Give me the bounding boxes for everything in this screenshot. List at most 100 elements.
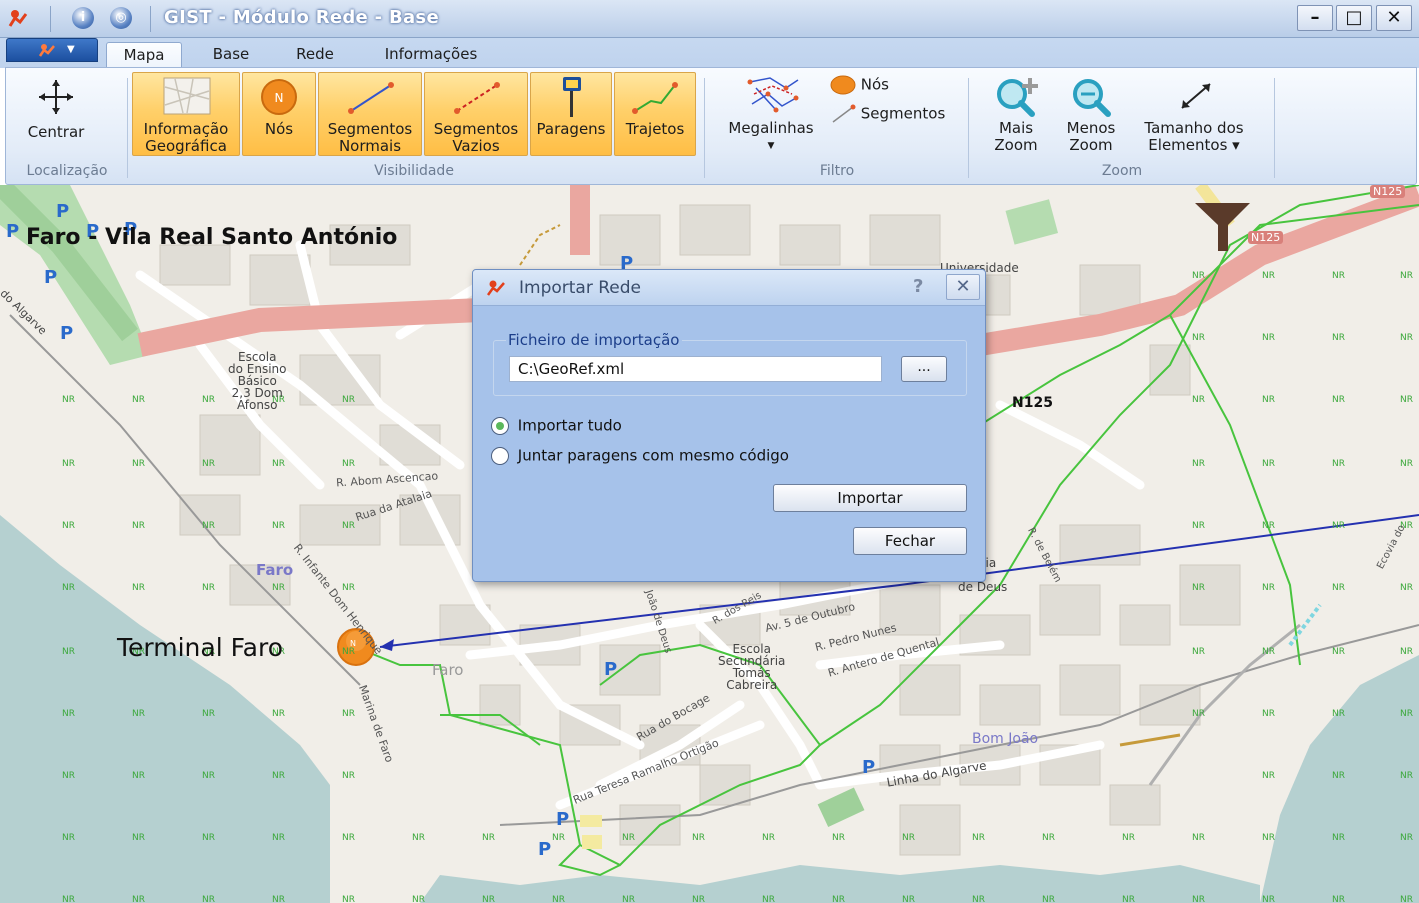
n125-badge-top: N125 [1370,185,1406,198]
nr-marker: NR [1192,395,1205,405]
informacao-geografica-button[interactable]: Informação Geográfica [132,72,240,156]
nr-marker: NR [1400,709,1413,719]
close-button[interactable]: ✕ [1376,5,1412,31]
node-small-icon [830,75,856,95]
dialog-title-bar: Importar Rede ? ✕ [473,270,985,306]
trajetos-button[interactable]: Trajetos [614,72,696,156]
nr-marker: NR [1042,895,1055,903]
maximize-button[interactable]: □ [1336,5,1372,31]
info-icon[interactable]: i [72,7,94,29]
nr-marker: NR [1262,271,1275,281]
option-import-all[interactable]: Importar tudo [491,416,622,435]
nr-marker: NR [1262,895,1275,903]
browse-button[interactable]: ... [901,356,947,382]
nr-marker: NR [1332,709,1345,719]
resize-diagonal-icon [1181,83,1211,109]
app-menu-icon [38,44,55,57]
ribbon-panel: Centrar Localização Informação Geográfic… [5,67,1417,185]
nr-marker: NR [1400,271,1413,281]
nos-button[interactable]: N Nós [242,72,316,156]
nr-marker: NR [762,833,775,843]
filter-nos-button[interactable]: Nós [830,74,889,96]
nr-marker: NR [1400,895,1413,903]
parking-area [582,835,602,849]
terminal-node-letter: N [350,639,356,648]
centrar-button[interactable]: Centrar [16,72,96,152]
importar-button[interactable]: Importar [773,484,967,512]
nr-marker: NR [1192,459,1205,469]
nr-marker: NR [1122,833,1135,843]
nr-marker: NR [1332,459,1345,469]
fechar-button[interactable]: Fechar [853,527,967,555]
escola-secundaria-label: Escola Secundária Tomás Cabreira [718,642,786,692]
faro-town-label: Faro [432,661,464,679]
nr-marker: NR [132,395,145,405]
segmentos-vazios-button[interactable]: Segmentos Vazios [424,72,528,156]
megalinhas-dropdown[interactable]: Megalinhas ▼ [718,72,824,156]
tamanho-elementos-dropdown[interactable]: Tamanho dos Elementos ▾ [1132,72,1256,156]
nr-marker: NR [272,709,285,719]
mais-zoom-line2: Zoom [994,136,1038,154]
nr-marker: NR [1332,521,1345,531]
nr-marker: NR [342,771,355,781]
minimize-button[interactable]: – [1297,5,1333,31]
filter-nos-label: Nós [860,75,889,94]
nr-marker: NR [342,395,355,405]
mais-zoom-button[interactable]: Mais Zoom [982,72,1050,156]
nr-marker: NR [1332,271,1345,281]
application-menu-button[interactable]: ▼ [6,38,98,62]
nr-marker: NR [622,895,635,903]
nr-marker: NR [482,833,495,843]
help-circle-icon[interactable]: ◎ [110,7,132,29]
faro-station-label: Faro [256,561,294,579]
nr-marker: NR [1262,395,1275,405]
nr-marker: NR [342,833,355,843]
paragens-button[interactable]: Paragens [530,72,612,156]
park-area [817,787,865,828]
radio-join-stops[interactable] [491,446,509,465]
radio-import-all[interactable] [491,416,509,435]
nr-marker: NR [132,521,145,531]
nr-marker: NR [1400,771,1413,781]
group-label-zoom: Zoom [1101,163,1143,179]
nr-marker: NR [1192,833,1205,843]
nr-marker: NR [972,895,985,903]
nr-marker: NR [972,833,985,843]
nr-marker: NR [272,459,285,469]
ribbon-divider [127,78,128,178]
nr-marker: NR [1122,895,1135,903]
nr-marker: NR [342,895,355,903]
bus-stop-icon [563,77,581,117]
tab-mapa[interactable]: Mapa [106,42,182,68]
nr-marker: NR [1042,833,1055,843]
zoom-out-icon [1073,79,1111,117]
filter-segmentos-button[interactable]: Segmentos [830,103,945,125]
nr-marker: NR [132,459,145,469]
tab-informacoes[interactable]: Informações [366,42,496,68]
tab-base[interactable]: Base [196,42,266,68]
nr-marker: NR [202,771,215,781]
nr-marker: NR [482,895,495,903]
megalines-icon [747,77,799,113]
option-join-stops-label: Juntar paragens com mesmo código [517,446,789,465]
nr-marker: NR [1332,647,1345,657]
nr-marker: NR [272,895,285,903]
chevron-down-icon: ▼ [67,44,75,55]
app-logo-icon[interactable] [6,6,32,30]
segment-empty-icon [454,82,500,114]
nr-marker: NR [1262,771,1275,781]
park-area [1005,199,1059,245]
nr-marker: NR [342,459,355,469]
segmentos-normais-button[interactable]: Segmentos Normais [318,72,422,156]
group-label-filtro: Filtro [819,163,855,179]
option-join-stops[interactable]: Juntar paragens com mesmo código [491,446,789,465]
import-file-path-field[interactable]: C:\GeoRef.xml [509,356,882,382]
help-icon[interactable]: ? [913,276,923,297]
tab-rede[interactable]: Rede [280,42,350,68]
nr-marker: NR [1262,583,1275,593]
nr-marker: NR [202,395,215,405]
nr-marker: NR [62,583,75,593]
zoom-in-icon [997,78,1038,117]
dialog-close-button[interactable]: ✕ [946,274,980,300]
menos-zoom-button[interactable]: Menos Zoom [1056,72,1126,156]
